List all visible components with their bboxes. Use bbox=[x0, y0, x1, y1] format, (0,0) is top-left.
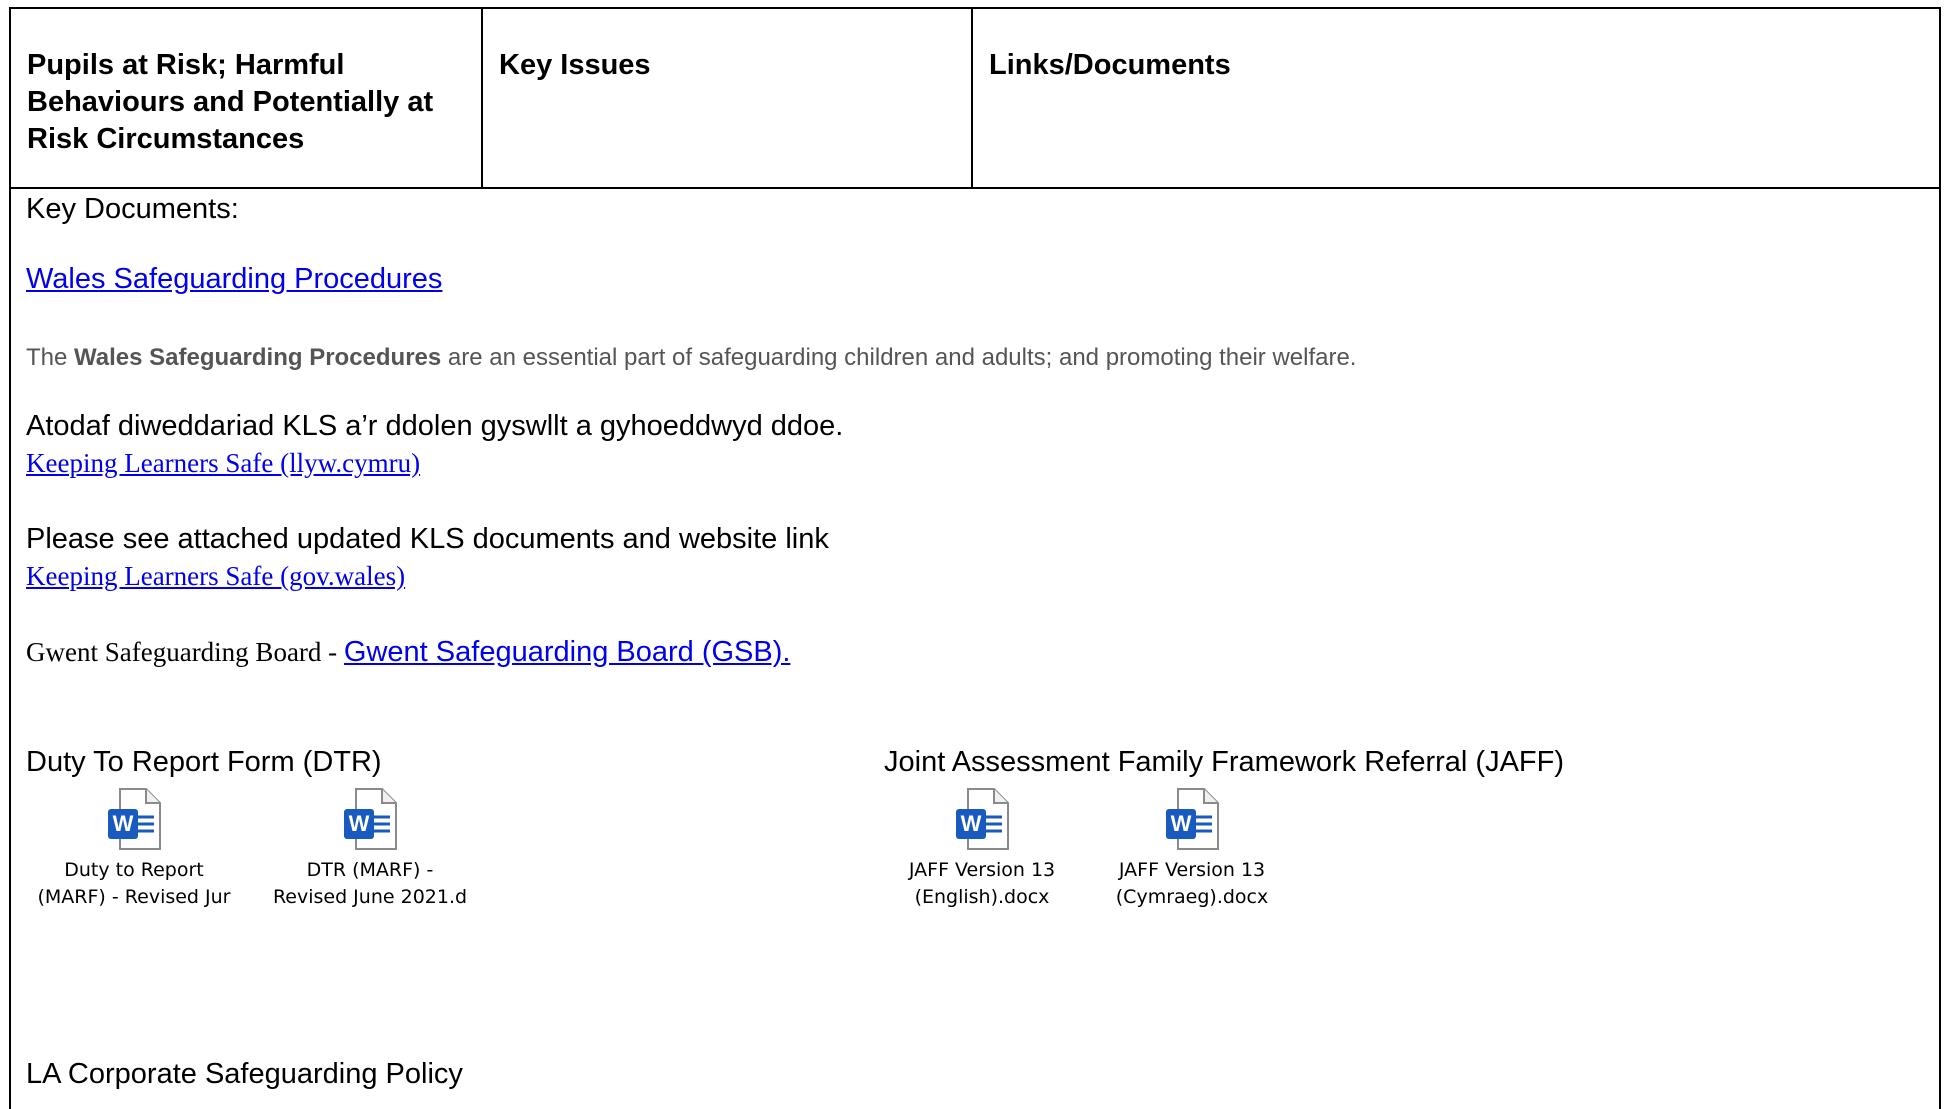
gwent-safeguarding-board-link[interactable]: Gwent Safeguarding Board (GSB). bbox=[344, 636, 791, 668]
attachment-caption-line2: (MARF) - Revised Jur bbox=[37, 886, 231, 908]
attachment-caption-line1: Duty to Report bbox=[64, 859, 204, 881]
procedures-description: The Wales Safeguarding Procedures are an… bbox=[26, 344, 1356, 372]
procedures-desc-bold: Wales Safeguarding Procedures bbox=[74, 344, 442, 371]
dtr-heading: Duty To Report Form (DTR) bbox=[26, 746, 382, 778]
attachment-caption-line1: DTR (MARF) - bbox=[306, 859, 434, 881]
header-table: Pupils at Risk; Harmful Behaviours and P… bbox=[9, 7, 1941, 189]
attachment-caption-line1: JAFF Version 13 bbox=[1118, 859, 1266, 881]
svg-text:W: W bbox=[961, 811, 982, 836]
word-doc-icon: W bbox=[954, 787, 1010, 851]
word-doc-icon: W bbox=[1164, 787, 1220, 851]
attachment-dtr-marf[interactable]: W DTR (MARF) - Revised June 2021.d bbox=[270, 787, 470, 911]
attachment-jaff-english[interactable]: W JAFF Version 13 (English).docx bbox=[882, 787, 1082, 911]
kls-english-link[interactable]: Keeping Learners Safe (gov.wales) bbox=[26, 561, 405, 592]
document-page: Pupils at Risk; Harmful Behaviours and P… bbox=[0, 0, 1948, 1109]
word-doc-icon: W bbox=[342, 787, 398, 851]
attachment-duty-to-report[interactable]: W Duty to Report (MARF) - Revised Jur bbox=[34, 787, 234, 911]
welsh-update-text: Atodaf diweddariad KLS a’r ddolen gyswll… bbox=[26, 410, 844, 442]
svg-text:W: W bbox=[1171, 811, 1192, 836]
header-cell-key-issues: Key Issues bbox=[483, 9, 973, 187]
svg-text:W: W bbox=[113, 811, 134, 836]
header-cell-links-documents: Links/Documents bbox=[989, 49, 1231, 81]
kls-welsh-link[interactable]: Keeping Learners Safe (llyw.cymru) bbox=[26, 448, 420, 479]
gwent-prefix: Gwent Safeguarding Board - bbox=[26, 637, 344, 667]
jaff-heading: Joint Assessment Family Framework Referr… bbox=[884, 746, 1565, 778]
gwent-board-line: Gwent Safeguarding Board - Gwent Safegua… bbox=[26, 636, 790, 669]
attachment-caption-line2: (Cymraeg).docx bbox=[1115, 886, 1269, 908]
wales-safeguarding-procedures-link[interactable]: Wales Safeguarding Procedures bbox=[26, 263, 442, 296]
attachment-jaff-cymraeg[interactable]: W JAFF Version 13 (Cymraeg).docx bbox=[1092, 787, 1292, 911]
attachment-caption-line1: JAFF Version 13 bbox=[908, 859, 1056, 881]
word-doc-icon: W bbox=[106, 787, 162, 851]
procedures-desc-prefix: The bbox=[26, 344, 75, 371]
attachment-caption-line2: (English).docx bbox=[914, 886, 1050, 908]
svg-text:W: W bbox=[349, 811, 370, 836]
key-documents-label: Key Documents: bbox=[26, 193, 239, 225]
english-update-text: Please see attached updated KLS document… bbox=[26, 523, 829, 555]
header-cell-topic: Pupils at Risk; Harmful Behaviours and P… bbox=[11, 9, 483, 187]
la-policy-heading: LA Corporate Safeguarding Policy bbox=[26, 1058, 463, 1090]
attachment-caption-line2: Revised June 2021.d bbox=[272, 886, 468, 908]
procedures-desc-suffix: are an essential part of safeguarding ch… bbox=[441, 344, 1357, 371]
